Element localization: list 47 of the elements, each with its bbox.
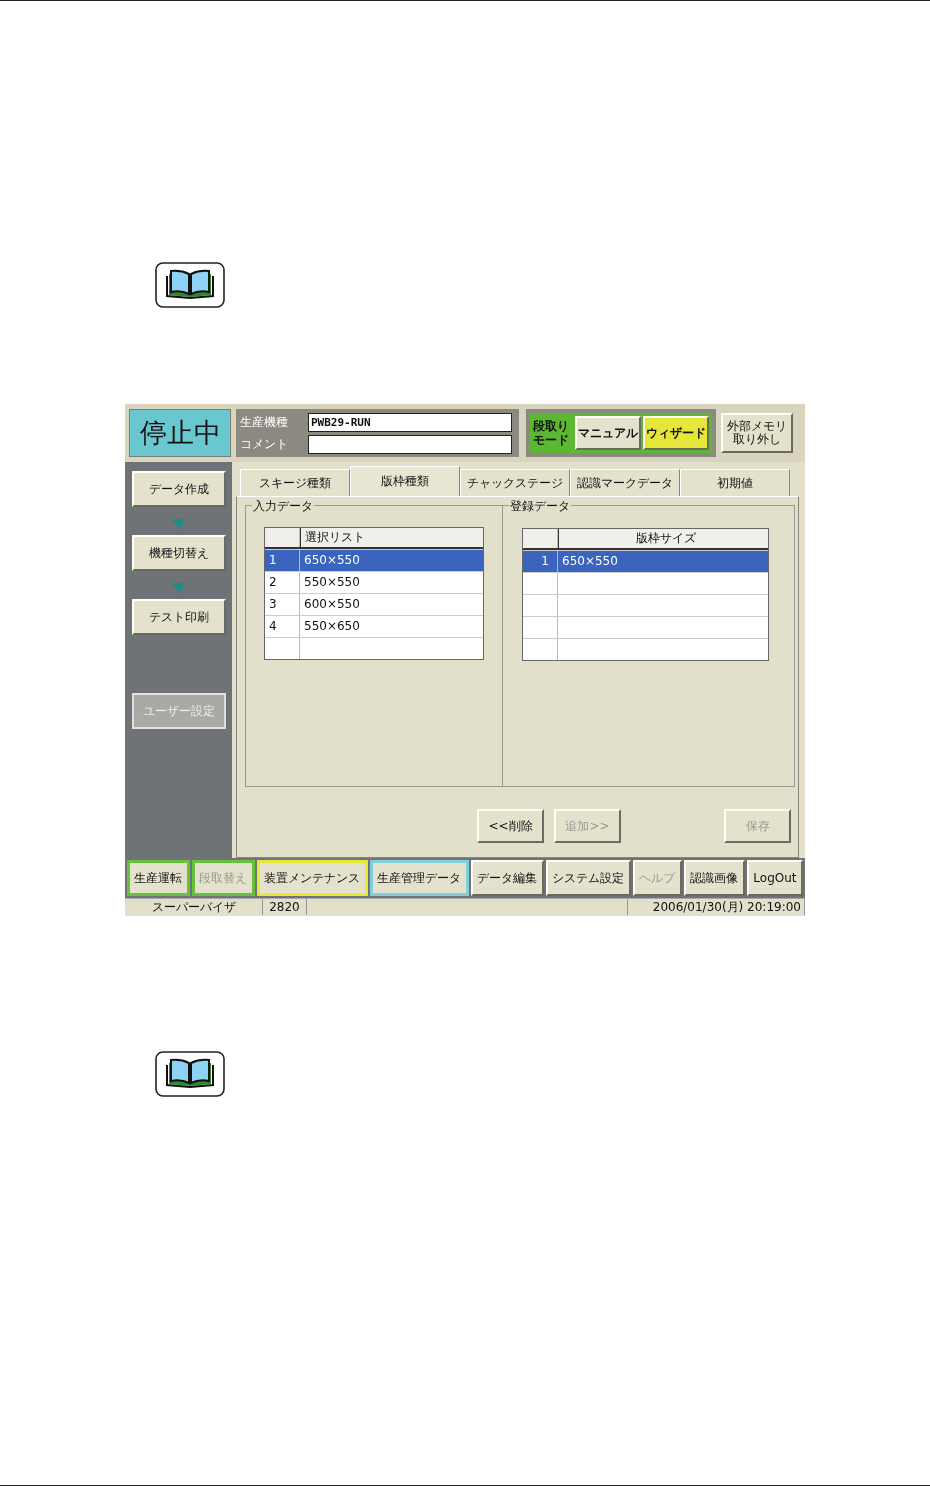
mode-label: モード — [533, 433, 570, 447]
step-button[interactable]: 機種切替え — [131, 535, 226, 571]
tab[interactable]: 認識マークデータ — [570, 469, 680, 496]
step-button[interactable]: データ作成 — [131, 471, 226, 507]
step-button[interactable]: テスト印刷 — [131, 599, 226, 635]
tab[interactable]: 初期値 — [680, 469, 790, 496]
down-arrow-icon — [171, 519, 186, 530]
tab[interactable]: 版枠種類 — [350, 466, 460, 496]
table-row[interactable]: 2 550×550 — [265, 571, 483, 593]
table-row[interactable]: 1 650×550 — [523, 550, 768, 572]
down-arrow-icon — [171, 583, 186, 594]
table-cell-text: 550×550 — [303, 574, 361, 591]
table-cell-text: 650×550 — [561, 553, 619, 570]
book-icon — [155, 1051, 225, 1097]
table-row[interactable]: 4 550×650 — [265, 615, 483, 637]
action-button[interactable]: <<削除 — [477, 809, 544, 843]
status-user: スーパーバイザ — [125, 899, 263, 915]
nav-button[interactable]: 生産管理データ — [369, 860, 469, 896]
group-title: 登録データ — [509, 498, 571, 515]
nav-button[interactable]: データ編集 — [470, 860, 544, 896]
table-cell-text: 600×550 — [303, 596, 361, 613]
field-label: 生産機種 — [240, 413, 289, 431]
table-row[interactable]: 3 600×550 — [265, 593, 483, 615]
nav-button[interactable]: 認識画像 — [683, 860, 745, 896]
table-row[interactable]: 1 650×550 — [265, 549, 483, 571]
mode-button[interactable]: ウィザード — [643, 416, 709, 450]
group-title: 入力データ — [252, 498, 314, 515]
status-code: 2820 — [263, 899, 307, 915]
tab[interactable]: スキージ種類 — [240, 469, 350, 496]
status-datetime: 2006/01/30(月) 20:19:00 — [628, 899, 805, 915]
table-cell-text: 550×650 — [303, 618, 361, 635]
table-header-cell: 版枠サイズ — [558, 529, 768, 548]
nav-button[interactable]: 生産運転 — [127, 860, 190, 896]
book-icon — [155, 262, 225, 308]
table-cell-text: 650×550 — [303, 552, 361, 569]
input-field[interactable]: PWB29-RUN — [308, 412, 512, 432]
mode-label: 段取り — [533, 419, 570, 433]
status-indicator: 停止中 — [129, 409, 231, 457]
input-field[interactable] — [308, 434, 512, 454]
table-header-cell: 選択リスト — [300, 528, 483, 547]
field-label: コメント — [240, 435, 289, 453]
nav-button[interactable]: システム設定 — [545, 860, 631, 896]
nav-button[interactable]: LogOut — [746, 860, 804, 896]
memory-eject-button[interactable]: 外部メモリ 取り外し — [721, 413, 793, 453]
mode-button[interactable]: マニュアル — [575, 416, 641, 450]
tab[interactable]: チャックステージ — [460, 469, 570, 496]
nav-button[interactable]: 装置メンテナンス — [256, 860, 368, 896]
